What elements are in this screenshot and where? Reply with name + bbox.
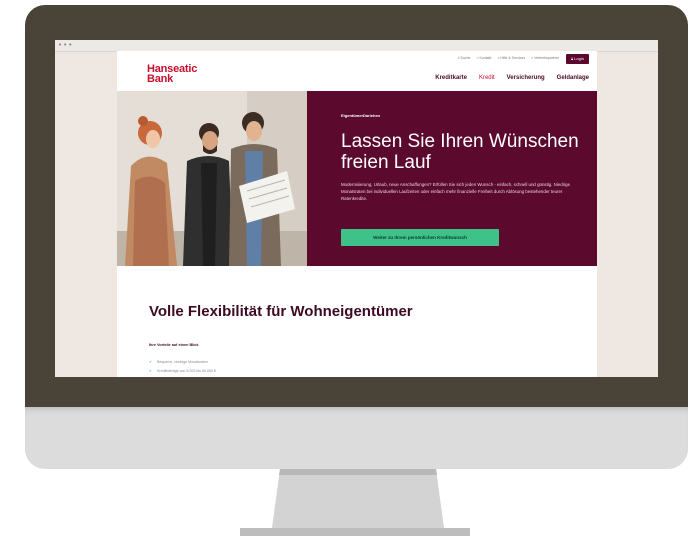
monitor-stand-foot bbox=[240, 528, 470, 536]
hero-eyebrow: EigentümerDarlehen bbox=[341, 113, 381, 118]
check-icon: ✔ bbox=[149, 369, 153, 373]
section-title: Volle Flexibilität für Wohneigentümer bbox=[149, 303, 413, 320]
main-nav: Kreditkarte Kredit Versicherung Geldanla… bbox=[435, 75, 589, 81]
benefits-heading: Ihre Vorteile auf einen Blick bbox=[149, 343, 199, 347]
logo-line-2: Bank bbox=[147, 73, 174, 85]
hero-banner: EigentümerDarlehen Lassen Sie Ihren Wüns… bbox=[117, 91, 597, 266]
benefit-item: ✔ Kreditbeträge von 5.000 bis 60.000 € bbox=[149, 369, 216, 373]
hanseatic-bank-logo[interactable]: Hanseatic Bank bbox=[147, 64, 217, 85]
hero-panel: EigentümerDarlehen Lassen Sie Ihren Wüns… bbox=[307, 91, 597, 266]
utility-link-partners[interactable]: > Vertriebspartner bbox=[531, 56, 559, 60]
utility-link-help[interactable]: > Hilfe & Services bbox=[497, 56, 525, 60]
login-label: Login bbox=[574, 56, 584, 61]
login-button[interactable]: 🔒︎ Login bbox=[565, 54, 589, 64]
nav-item-geldanlage[interactable]: Geldanlage bbox=[557, 75, 589, 81]
benefit-text: Bequeme, niedrige Monatsraten bbox=[157, 360, 209, 364]
monitor-stand bbox=[272, 469, 444, 528]
utility-link-contact[interactable]: > Kontakt bbox=[476, 56, 491, 60]
hero-photo bbox=[117, 91, 307, 266]
benefit-item: ✔ Bequeme, niedrige Monatsraten bbox=[149, 360, 208, 364]
web-page: Hanseatic Bank // Suche > Kontakt > Hilf… bbox=[117, 51, 597, 377]
lock-icon: 🔒︎ bbox=[570, 56, 574, 61]
hero-text: Modernisierung, Urlaub, neue Anschaffung… bbox=[341, 182, 571, 201]
utility-nav: // Suche > Kontakt > Hilfe & Services > … bbox=[458, 56, 559, 60]
nav-item-kreditkarte[interactable]: Kreditkarte bbox=[435, 75, 467, 81]
utility-link-search[interactable]: // Suche bbox=[458, 56, 471, 60]
screen: ••• Hanseatic Bank // Suche > Kontakt > … bbox=[55, 40, 658, 377]
monitor-chin bbox=[25, 407, 688, 469]
hero-title: Lassen Sie Ihren Wünschen freien Lauf bbox=[341, 131, 579, 173]
benefit-text: Kreditbeträge von 5.000 bis 60.000 € bbox=[157, 369, 216, 373]
loan-request-button[interactable]: Weiter zu Ihrem persönlichen Kreditwunsc… bbox=[341, 229, 499, 246]
nav-item-kredit[interactable]: Kredit bbox=[479, 75, 495, 81]
nav-item-versicherung[interactable]: Versicherung bbox=[507, 75, 545, 81]
hero-people-illustration bbox=[117, 91, 307, 266]
check-icon: ✔ bbox=[149, 360, 153, 364]
window-controls-icon[interactable]: ••• bbox=[58, 41, 73, 49]
